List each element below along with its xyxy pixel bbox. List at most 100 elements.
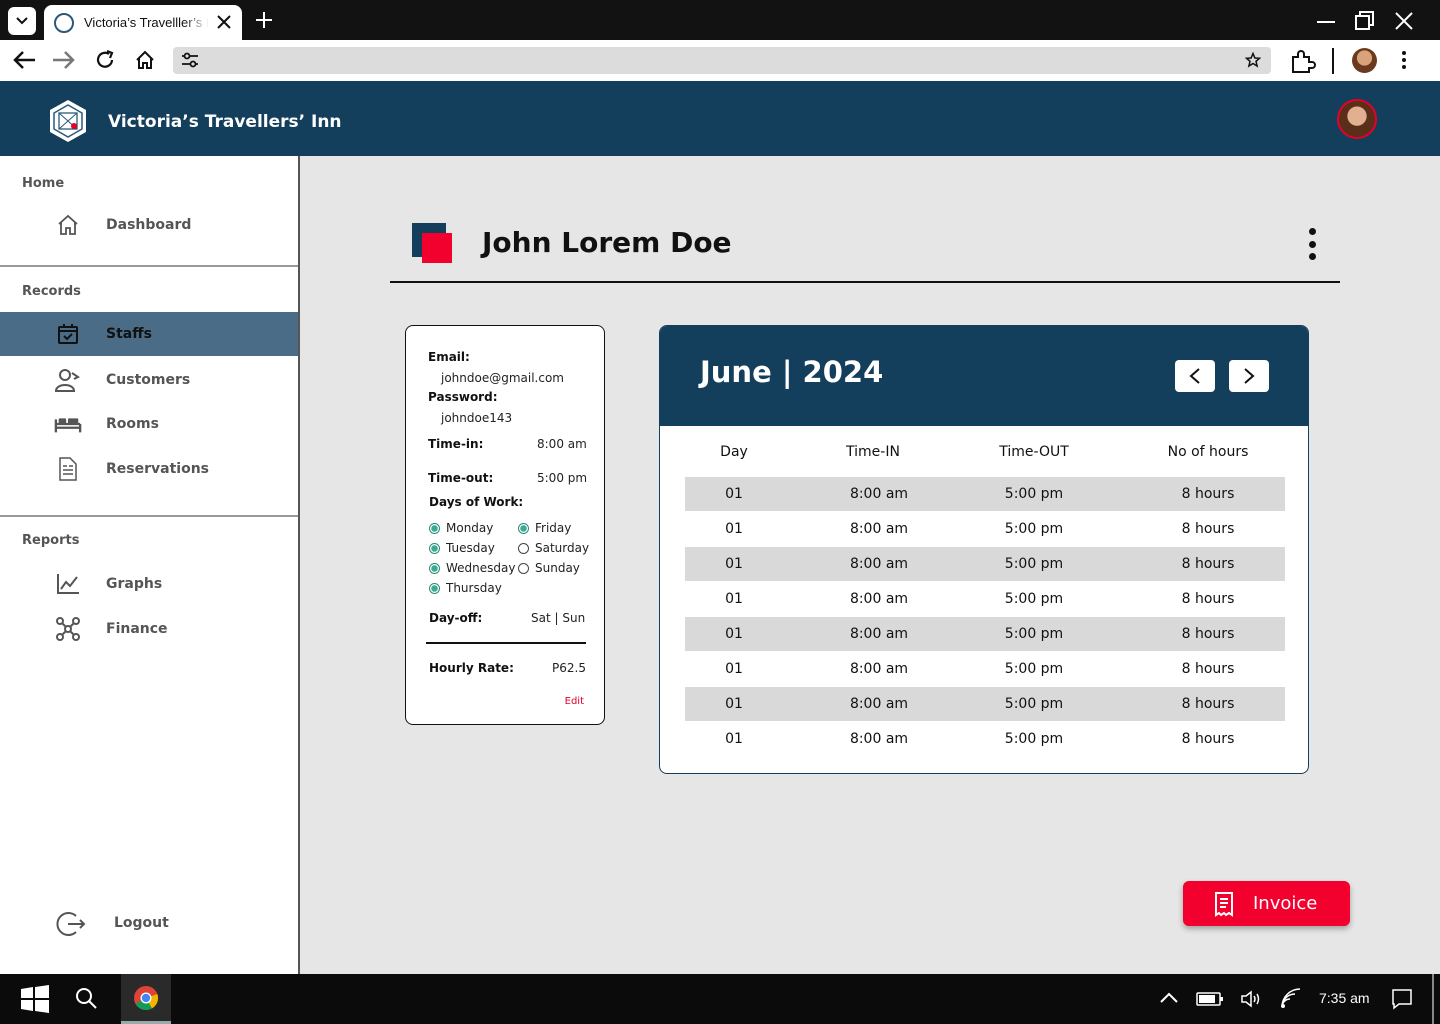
day-radio-thursday[interactable]: Thursday — [429, 581, 502, 595]
network-icon — [54, 615, 82, 643]
os-taskbar: 7:35 am — [0, 974, 1440, 1024]
attendance-panel: June | 2024 Day Time-IN Time-OUT No of h… — [659, 325, 1309, 774]
windows-start-icon[interactable] — [20, 984, 50, 1014]
table-row: 01 8:00 am 5:00 pm 8 hours — [685, 477, 1285, 511]
card-divider — [426, 642, 586, 644]
day-radio-tuesday[interactable]: Tuesday — [429, 541, 495, 555]
forward-icon[interactable] — [50, 49, 76, 71]
new-tab-icon[interactable] — [254, 10, 274, 30]
day-radio-wednesday[interactable]: Wednesday — [429, 561, 515, 575]
address-bar[interactable] — [173, 47, 1271, 74]
show-desktop-edge[interactable] — [1432, 974, 1434, 1024]
radio-checked-icon — [518, 522, 529, 534]
prev-month-button[interactable] — [1175, 360, 1215, 392]
day-radio-saturday[interactable]: Saturday — [518, 541, 589, 555]
favicon-icon — [54, 12, 74, 33]
reload-icon[interactable] — [94, 49, 116, 71]
edit-link[interactable]: Edit — [565, 696, 584, 707]
invoice-button[interactable]: Invoice — [1183, 881, 1350, 926]
back-icon[interactable] — [12, 49, 38, 71]
user-avatar[interactable] — [1337, 99, 1377, 139]
title-divider — [390, 281, 1340, 283]
sidebar-item-label: Graphs — [106, 576, 163, 592]
day-radio-sunday[interactable]: Sunday — [518, 561, 580, 575]
day-label: Saturday — [535, 541, 590, 555]
close-tab-icon[interactable] — [214, 12, 234, 32]
cell-time-out: 5:00 pm — [1004, 556, 1064, 572]
volume-icon[interactable] — [1240, 989, 1264, 1009]
cell-time-in: 8:00 am — [849, 696, 909, 712]
site-settings-icon[interactable] — [181, 52, 199, 69]
sidebar-item-graphs[interactable]: Graphs — [0, 562, 298, 606]
sidebar-item-label: Customers — [106, 372, 191, 388]
day-radio-monday[interactable]: Monday — [429, 521, 493, 535]
time-in-label: Time-in: — [428, 437, 484, 451]
more-options-icon[interactable] — [1302, 226, 1322, 262]
cell-time-in: 8:00 am — [849, 626, 909, 642]
sidebar-item-finance[interactable]: Finance — [0, 607, 298, 651]
sidebar-item-label: Staffs — [106, 326, 152, 342]
home-browser-icon[interactable] — [134, 49, 156, 71]
minimize-icon[interactable] — [1316, 9, 1336, 33]
browser-toolbar — [0, 40, 1440, 81]
taskbar-clock[interactable]: 7:35 am — [1319, 990, 1370, 1006]
day-radio-friday[interactable]: Friday — [518, 521, 571, 535]
sidebar: Home Dashboard Records Staffs Customers … — [0, 156, 300, 974]
email-value: johndoe@gmail.com — [441, 371, 564, 385]
sidebar-item-staffs[interactable]: Staffs — [0, 312, 298, 356]
time-out-label: Time-out: — [428, 471, 494, 485]
sidebar-item-dashboard[interactable]: Dashboard — [0, 203, 298, 247]
next-month-button[interactable] — [1229, 360, 1269, 392]
email-label: Email: — [428, 350, 470, 364]
cell-hours: 8 hours — [1181, 521, 1235, 537]
url-input[interactable] — [213, 47, 1213, 74]
sidebar-item-label: Dashboard — [106, 217, 192, 233]
day-label: Wednesday — [446, 561, 516, 575]
sidebar-item-reservations[interactable]: Reservations — [0, 447, 298, 491]
restore-icon[interactable] — [1354, 9, 1376, 33]
cell-hours: 8 hours — [1181, 626, 1235, 642]
day-off-value: Sat | Sun — [531, 611, 586, 625]
radio-checked-icon — [429, 522, 440, 534]
inn-logo-icon — [50, 100, 86, 142]
browser-menu-icon[interactable] — [1396, 49, 1412, 71]
cell-time-out: 5:00 pm — [1004, 696, 1064, 712]
search-icon[interactable] — [74, 986, 98, 1010]
browser-tab[interactable]: Victoria’s Travelller’s Inn — [44, 5, 242, 40]
staff-info-card: Email: johndoe@gmail.com Password: johnd… — [405, 325, 605, 725]
battery-icon[interactable] — [1196, 991, 1224, 1007]
chevron-up-icon[interactable] — [1158, 990, 1180, 1006]
cell-time-out: 5:00 pm — [1004, 486, 1064, 502]
cell-day: 01 — [725, 626, 743, 642]
logout-button[interactable]: Logout — [0, 902, 298, 946]
chrome-taskbar-button[interactable] — [121, 974, 171, 1024]
bookmark-star-icon[interactable] — [1245, 52, 1261, 68]
column-header-day: Day — [720, 444, 748, 460]
radio-checked-icon — [429, 562, 440, 574]
close-window-icon[interactable] — [1393, 9, 1415, 33]
day-off-label: Day-off: — [429, 611, 483, 625]
line-chart-icon — [54, 570, 82, 598]
browser-profile-avatar[interactable] — [1352, 48, 1377, 73]
cell-hours: 8 hours — [1181, 486, 1235, 502]
table-row: 01 8:00 am 5:00 pm 8 hours — [685, 687, 1285, 721]
cell-hours: 8 hours — [1181, 661, 1235, 677]
cell-time-in: 8:00 am — [849, 556, 909, 572]
section-label-reports: Reports — [22, 533, 80, 548]
section-label-home: Home — [22, 176, 65, 191]
sidebar-item-customers[interactable]: Customers — [0, 358, 298, 402]
extensions-icon[interactable] — [1290, 49, 1316, 73]
customers-icon — [54, 366, 82, 394]
table-row: 01 8:00 am 5:00 pm 8 hours — [685, 617, 1285, 651]
notifications-icon[interactable] — [1391, 988, 1413, 1010]
table-row: 01 8:00 am 5:00 pm 8 hours — [685, 547, 1285, 581]
chevron-right-icon — [1244, 368, 1255, 384]
cell-time-out: 5:00 pm — [1004, 731, 1064, 747]
tab-list-button[interactable] — [8, 7, 36, 35]
time-in-value: 8:00 am — [537, 437, 587, 451]
sidebar-item-rooms[interactable]: Rooms — [0, 402, 298, 446]
cell-hours: 8 hours — [1181, 556, 1235, 572]
logout-label: Logout — [114, 915, 169, 931]
table-row: 01 8:00 am 5:00 pm 8 hours — [685, 512, 1285, 546]
network-wifi-icon[interactable] — [1280, 987, 1302, 1009]
